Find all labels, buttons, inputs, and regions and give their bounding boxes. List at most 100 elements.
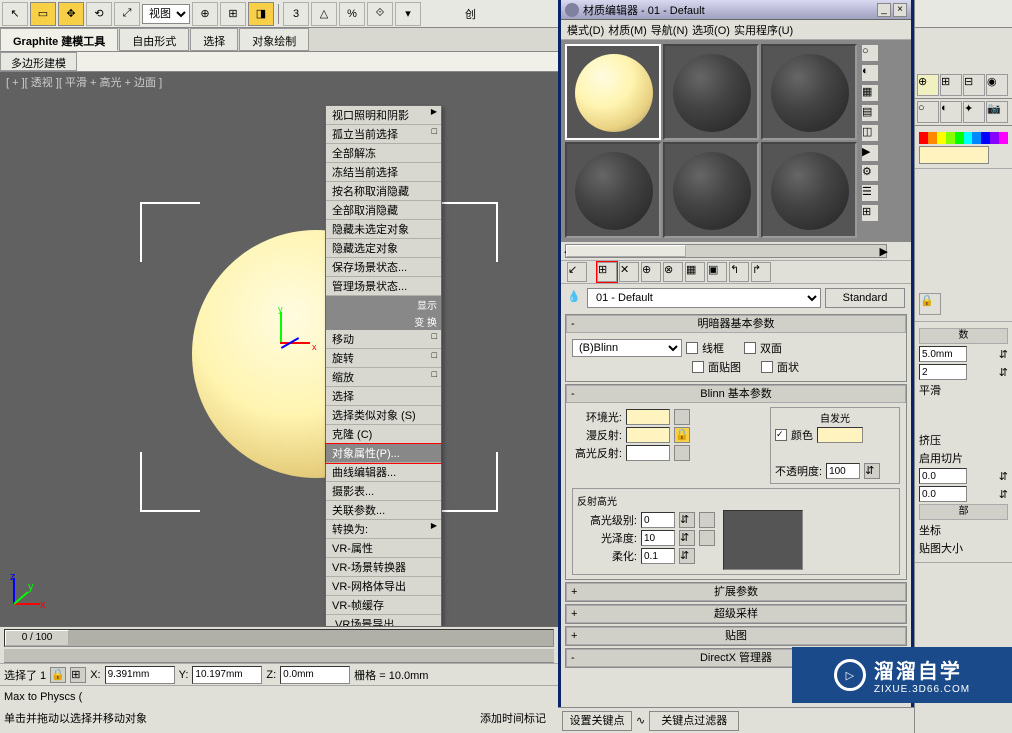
- tab-paint[interactable]: 对象绘制: [239, 28, 309, 51]
- ctx-vr-props[interactable]: VR-属性: [326, 539, 441, 558]
- opacity-input[interactable]: [826, 463, 860, 479]
- snap-pct[interactable]: %: [339, 2, 365, 26]
- tab-select[interactable]: 选择: [190, 28, 238, 51]
- axis-y[interactable]: [280, 312, 282, 342]
- put-to-lib-icon[interactable]: ⊕: [641, 262, 661, 282]
- mat-slot-3[interactable]: [761, 44, 857, 140]
- ctx-vr-mesh-export[interactable]: VR-网格体导出: [326, 577, 441, 596]
- gloss-input[interactable]: [641, 530, 675, 546]
- rollout-shader-hdr[interactable]: -明暗器基本参数: [566, 315, 906, 333]
- tab-motion-icon[interactable]: ◉: [986, 74, 1008, 96]
- speclevel-map[interactable]: [699, 512, 715, 528]
- ref-coord-select[interactable]: 视图: [142, 4, 190, 24]
- assign-mat-icon[interactable]: ⊞: [597, 262, 617, 282]
- ambient-map[interactable]: [674, 409, 690, 425]
- viewport[interactable]: [ + ][ 透视 ][ 平滑 + 高光 + 边面 ] x y x z y: [0, 72, 558, 626]
- ctx-hide-sel[interactable]: 隐藏选定对象: [326, 239, 441, 258]
- eyedropper-icon[interactable]: 💧: [567, 290, 583, 306]
- obj-color-swatch[interactable]: [919, 146, 989, 164]
- ctx-dope-sheet[interactable]: 摄影表...: [326, 482, 441, 501]
- mat-slot-2[interactable]: [663, 44, 759, 140]
- tool-select[interactable]: ↖: [2, 2, 28, 26]
- time-slider[interactable]: 0 / 100: [4, 629, 554, 647]
- cameras-icon[interactable]: 📷: [986, 101, 1008, 123]
- video-check-icon[interactable]: ◫: [861, 124, 879, 142]
- ctx-curve-editor[interactable]: 曲线编辑器...: [326, 463, 441, 482]
- options-icon[interactable]: ⚙: [861, 164, 879, 182]
- z-input[interactable]: [280, 666, 350, 684]
- add-time-tag[interactable]: 添加时间标记: [480, 710, 546, 726]
- named-sel[interactable]: ▾: [395, 2, 421, 26]
- x-input[interactable]: [105, 666, 175, 684]
- tool-pivot[interactable]: ⊕: [192, 2, 218, 26]
- viewport-label[interactable]: [ + ][ 透视 ][ 平滑 + 高光 + 边面 ]: [6, 74, 162, 90]
- shapes-icon[interactable]: ◐: [940, 101, 962, 123]
- params-hdr[interactable]: 数: [919, 328, 1008, 344]
- close-icon[interactable]: ×: [893, 3, 907, 17]
- backlight-icon[interactable]: ◐: [861, 64, 879, 82]
- cb-facemap[interactable]: [692, 361, 704, 373]
- tool-move[interactable]: ✥: [58, 2, 84, 26]
- reset-mat-icon[interactable]: ✕: [619, 262, 639, 282]
- menu-mode[interactable]: 模式(D): [567, 22, 604, 37]
- selfillum-swatch[interactable]: [817, 427, 863, 443]
- tab-freeform[interactable]: 自由形式: [119, 28, 189, 51]
- time-thumb[interactable]: 0 / 100: [5, 630, 69, 646]
- mat-effects-icon[interactable]: ⊗: [663, 262, 683, 282]
- sample-type-icon[interactable]: ○: [861, 44, 879, 62]
- minimize-icon[interactable]: _: [877, 3, 891, 17]
- tool-scale[interactable]: ⤢: [114, 2, 140, 26]
- segs-input[interactable]: [919, 364, 967, 380]
- snap-angle[interactable]: △: [311, 2, 337, 26]
- specular-map[interactable]: [674, 445, 690, 461]
- cb-2side[interactable]: [744, 342, 756, 354]
- ctx-manage-state[interactable]: 管理场景状态...: [326, 277, 441, 296]
- mat-scroll-h[interactable]: ◀▶: [565, 244, 887, 258]
- ctx-freeze-sel[interactable]: 冻结当前选择: [326, 163, 441, 182]
- ctx-wire-params[interactable]: 关联参数...: [326, 501, 441, 520]
- menu-nav[interactable]: 导航(N): [651, 22, 688, 37]
- ctx-object-props[interactable]: 对象属性(P)...: [326, 444, 441, 463]
- gloss-map[interactable]: [699, 530, 715, 546]
- menu-options[interactable]: 选项(O): [692, 22, 730, 37]
- lock-icon[interactable]: 🔒: [919, 293, 941, 315]
- opacity-spin[interactable]: ⇵: [864, 463, 880, 479]
- lights-icon[interactable]: ✦: [963, 101, 985, 123]
- abs-rel-icon[interactable]: ⊞: [70, 667, 86, 683]
- ctx-vr-scene-conv[interactable]: VR-场景转换器: [326, 558, 441, 577]
- sample-uv-icon[interactable]: ▤: [861, 104, 879, 122]
- ctx-select[interactable]: 选择: [326, 387, 441, 406]
- time-ruler[interactable]: [4, 649, 554, 663]
- mat-slot-1[interactable]: [565, 44, 661, 140]
- ctx-rotate[interactable]: 旋转: [326, 349, 441, 368]
- ctx-vr-framebuffer[interactable]: VR-帧缓存: [326, 596, 441, 615]
- mat-titlebar[interactable]: 材质编辑器 - 01 - Default _ ×: [561, 0, 911, 20]
- lock-sel-icon[interactable]: 🔒: [50, 667, 66, 683]
- rollout-supersample-hdr[interactable]: +超级采样: [566, 605, 906, 623]
- diffuse-swatch[interactable]: [626, 427, 670, 443]
- background-icon[interactable]: ▦: [861, 84, 879, 102]
- mat-slot-4[interactable]: [565, 142, 661, 238]
- tab-graphite[interactable]: Graphite 建模工具: [0, 28, 118, 51]
- mat-map-nav-icon[interactable]: ⊞: [861, 204, 879, 222]
- color-palette[interactable]: [919, 132, 1008, 144]
- ctx-select-similar[interactable]: 选择类似对象 (S): [326, 406, 441, 425]
- cb-selfillum-color[interactable]: [775, 429, 787, 441]
- geom-icon[interactable]: ○: [917, 101, 939, 123]
- tab-modify-icon[interactable]: ⊞: [940, 74, 962, 96]
- menu-utils[interactable]: 实用程序(U): [734, 22, 793, 37]
- cb-facet[interactable]: [761, 361, 773, 373]
- ctx-move[interactable]: 移动: [326, 330, 441, 349]
- rollout-extended-hdr[interactable]: +扩展参数: [566, 583, 906, 601]
- soften-input[interactable]: [641, 548, 675, 564]
- ctx-unhide-all[interactable]: 全部取消隐藏: [326, 201, 441, 220]
- go-parent-icon[interactable]: ↰: [729, 262, 749, 282]
- specular-swatch[interactable]: [626, 445, 670, 461]
- ctx-isolate[interactable]: 孤立当前选择: [326, 125, 441, 144]
- slice-from-input[interactable]: [919, 468, 967, 484]
- snap-spinner[interactable]: ⟐: [367, 2, 393, 26]
- ctx-unfreeze-all[interactable]: 全部解冻: [326, 144, 441, 163]
- cb-wire[interactable]: [686, 342, 698, 354]
- go-sibling-icon[interactable]: ↱: [751, 262, 771, 282]
- ctx-clone[interactable]: 克隆 (C): [326, 425, 441, 444]
